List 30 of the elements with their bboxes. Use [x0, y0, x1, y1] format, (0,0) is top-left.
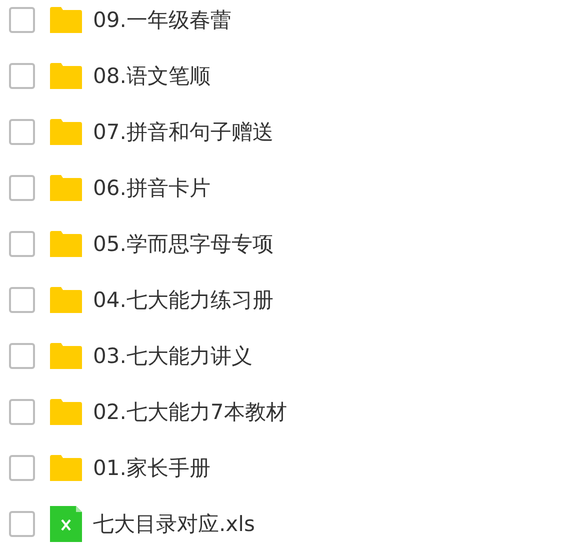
checkbox[interactable]: [9, 399, 35, 425]
folder-icon: [50, 63, 82, 89]
file-name[interactable]: 01.家长手册: [93, 454, 210, 482]
file-name[interactable]: 09.一年级春蕾: [93, 6, 232, 34]
folder-icon: [50, 287, 82, 313]
file-name[interactable]: 06.拼音卡片: [93, 174, 210, 202]
folder-icon: [50, 343, 82, 369]
file-name[interactable]: 05.学而思字母专项: [93, 230, 274, 258]
checkbox[interactable]: [9, 7, 35, 33]
file-name[interactable]: 02.七大能力7本教材: [93, 398, 287, 426]
folder-icon: [50, 455, 82, 481]
checkbox[interactable]: [9, 175, 35, 201]
folder-icon: [50, 175, 82, 201]
file-name[interactable]: 七大目录对应.xls: [93, 510, 255, 538]
file-name[interactable]: 07.拼音和句子赠送: [93, 118, 274, 146]
checkbox[interactable]: [9, 287, 35, 313]
folder-icon: [50, 7, 82, 33]
file-name[interactable]: 08.语文笔顺: [93, 62, 210, 90]
file-name[interactable]: 04.七大能力练习册: [93, 286, 274, 314]
checkbox[interactable]: [9, 343, 35, 369]
folder-icon: [50, 399, 82, 425]
checkbox[interactable]: [9, 231, 35, 257]
checkbox[interactable]: [9, 511, 35, 537]
folder-icon: [50, 231, 82, 257]
checkbox[interactable]: [9, 119, 35, 145]
checkbox[interactable]: [9, 455, 35, 481]
checkbox[interactable]: [9, 63, 35, 89]
spreadsheet-icon: [50, 506, 82, 542]
folder-icon: [50, 119, 82, 145]
file-name[interactable]: 03.七大能力讲义: [93, 342, 252, 370]
